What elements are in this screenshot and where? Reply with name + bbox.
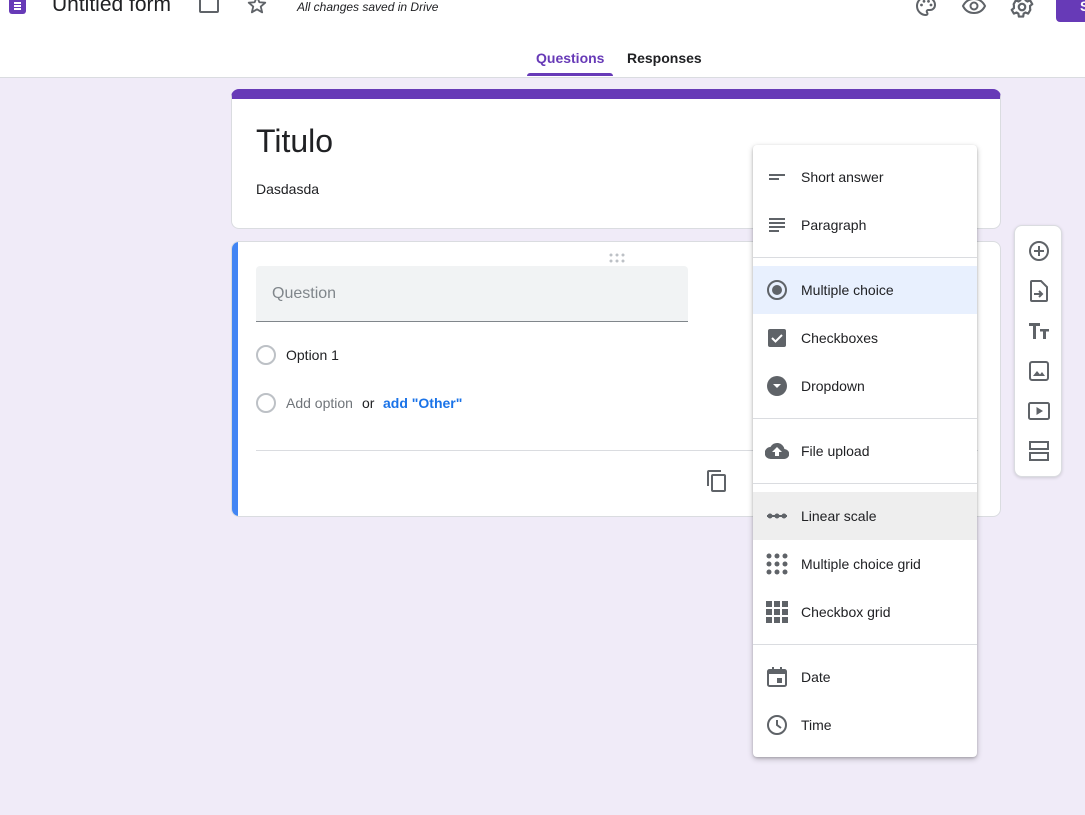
tab-questions[interactable]: Questions [536,50,604,66]
add-option-radio-icon [256,393,276,413]
active-tab-indicator [527,73,613,76]
floating-toolbar [1014,225,1062,477]
dropdown-icon [765,374,789,398]
short-answer-icon [765,165,789,189]
menu-item-short-answer[interactable]: Short answer [753,153,977,201]
menu-item-label: Time [801,717,832,733]
import-questions-icon[interactable] [1027,279,1051,303]
gear-icon[interactable] [1009,0,1035,20]
menu-item-date[interactable]: Date [753,653,977,701]
menu-item-label: Multiple choice [801,282,894,298]
eye-icon[interactable] [961,0,987,18]
paragraph-icon [765,213,789,237]
palette-icon[interactable] [914,0,938,18]
menu-item-label: Multiple choice grid [801,556,921,572]
save-status: All changes saved in Drive [297,0,439,14]
menu-item-file-upload[interactable]: File upload [753,427,977,475]
menu-item-multiple-choice-grid[interactable]: Multiple choice grid [753,540,977,588]
menu-item-multiple-choice[interactable]: Multiple choice [753,266,977,314]
menu-item-label: Paragraph [801,217,867,233]
active-card-indicator [232,242,238,516]
calendar-icon [765,665,789,689]
linear-scale-icon [765,504,789,528]
add-image-icon[interactable] [1027,359,1051,383]
menu-item-label: Checkbox grid [801,604,891,620]
form-description[interactable]: Dasdasda [256,181,319,197]
question-input[interactable]: Question [256,266,688,322]
form-heading[interactable]: Titulo [256,123,333,160]
menu-item-label: Dropdown [801,378,865,394]
checkbox-icon [765,326,789,350]
menu-item-label: Short answer [801,169,884,185]
add-other-button[interactable]: add "Other" [383,395,462,411]
app-header: Untitled form All changes saved in Drive… [0,0,1085,78]
or-label: or [362,395,375,411]
clock-icon [765,713,789,737]
add-video-icon[interactable] [1027,399,1051,423]
menu-item-label: File upload [801,443,870,459]
menu-item-label: Date [801,669,831,685]
menu-item-dropdown[interactable]: Dropdown [753,362,977,410]
radio-icon [765,278,789,302]
menu-item-checkboxes[interactable]: Checkboxes [753,314,977,362]
question-type-menu: Short answer Paragraph Multiple choice C… [753,145,977,757]
square-grid-icon [765,600,789,624]
forms-logo-icon[interactable] [9,0,26,14]
add-section-icon[interactable] [1027,439,1051,463]
dot-grid-icon [765,552,789,576]
menu-item-checkbox-grid[interactable]: Checkbox grid [753,588,977,636]
menu-item-paragraph[interactable]: Paragraph [753,201,977,249]
tab-responses[interactable]: Responses [627,50,702,66]
add-option-input[interactable]: Add option [286,395,353,411]
menu-divider [753,418,977,419]
menu-divider [753,483,977,484]
star-icon[interactable] [246,0,268,16]
cloud-upload-icon [765,439,789,463]
menu-item-time[interactable]: Time [753,701,977,749]
menu-divider [753,644,977,645]
menu-item-label: Checkboxes [801,330,879,346]
menu-item-linear-scale[interactable]: Linear scale [753,492,977,540]
option-1-input[interactable]: Option 1 [286,347,339,363]
add-title-icon[interactable] [1027,319,1051,343]
menu-divider [753,257,977,258]
duplicate-icon[interactable] [705,469,729,493]
menu-item-label: Linear scale [801,508,877,524]
form-title[interactable]: Untitled form [52,0,171,17]
drag-handle-icon[interactable] [609,250,625,263]
folder-icon[interactable] [199,0,219,14]
add-question-icon[interactable] [1027,239,1051,263]
send-button[interactable]: S [1056,0,1085,22]
option-radio-icon [256,345,276,365]
